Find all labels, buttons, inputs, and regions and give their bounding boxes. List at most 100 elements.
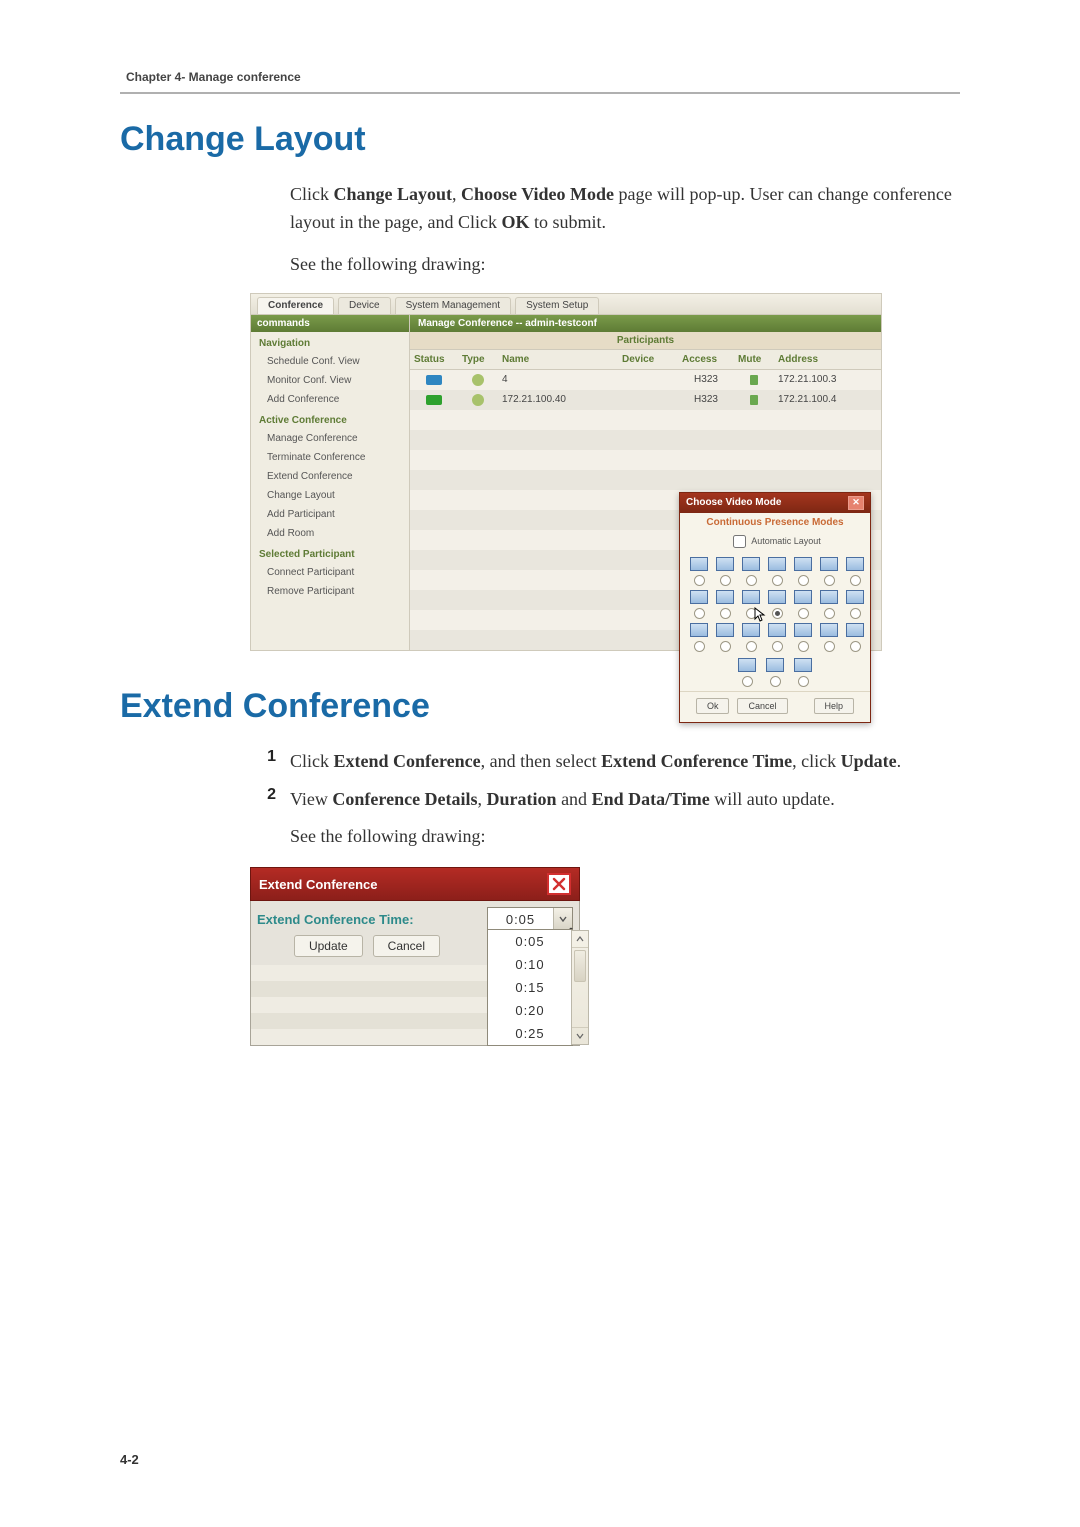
- update-button[interactable]: Update: [294, 935, 363, 957]
- see-drawing: See the following drawing:: [290, 823, 960, 851]
- tab-system-setup[interactable]: System Setup: [515, 297, 599, 314]
- layout-grid-extra: [680, 658, 870, 691]
- layout-tile-icon: [738, 658, 756, 672]
- col-access[interactable]: Access: [678, 350, 734, 370]
- sidebar-section-selected-participant: Selected Participant: [251, 543, 409, 563]
- layout-radio[interactable]: [770, 676, 781, 687]
- extend-time-dropdown[interactable]: 0:05 0:05 0:10 0:15 0:20 0:25: [487, 907, 573, 931]
- layout-tile-icon: [766, 658, 784, 672]
- sidebar-item-extend-conference[interactable]: Extend Conference: [251, 467, 409, 486]
- layout-radio[interactable]: [746, 641, 757, 652]
- ok-button[interactable]: Ok: [696, 698, 730, 714]
- head-rule: [120, 92, 960, 94]
- scroll-up-icon[interactable]: [572, 931, 588, 948]
- cell-device: [618, 369, 678, 390]
- layout-radio[interactable]: [850, 641, 861, 652]
- sidebar-section-active-conference: Active Conference: [251, 409, 409, 429]
- chevron-down-icon[interactable]: [553, 908, 572, 930]
- layout-radio[interactable]: [772, 641, 783, 652]
- cancel-button[interactable]: Cancel: [373, 935, 440, 957]
- layout-radio[interactable]: [720, 608, 731, 619]
- scroll-down-icon[interactable]: [572, 1027, 588, 1044]
- cell-name: 172.21.100.40: [498, 390, 618, 410]
- dropdown-option[interactable]: 0:15: [488, 976, 572, 999]
- sidebar-item-remove-participant[interactable]: Remove Participant: [251, 582, 409, 601]
- cursor-icon: [754, 607, 766, 623]
- type-icon: [472, 394, 484, 406]
- extend-conference-dialog: Extend Conference Extend Conference Time…: [250, 867, 580, 1046]
- manage-conference-app: Conference Device System Management Syst…: [250, 293, 882, 651]
- sidebar-item-manage-conference[interactable]: Manage Conference: [251, 429, 409, 448]
- section1-para1: Click Change Layout, Choose Video Mode p…: [290, 181, 960, 237]
- col-type[interactable]: Type: [458, 350, 498, 370]
- type-icon: [472, 374, 484, 386]
- scroll-thumb[interactable]: [574, 950, 586, 982]
- dropdown-option[interactable]: 0:10: [488, 953, 572, 976]
- automatic-layout-checkbox[interactable]: [733, 535, 746, 548]
- col-device[interactable]: Device: [618, 350, 678, 370]
- table-row[interactable]: 172.21.100.40 H323 172.21.100.4: [410, 390, 881, 410]
- layout-radio[interactable]: [694, 575, 705, 586]
- sidebar-item-add-conference[interactable]: Add Conference: [251, 390, 409, 409]
- layout-radio[interactable]: [720, 575, 731, 586]
- layout-radio[interactable]: [746, 575, 757, 586]
- list-num-1: 1: [250, 748, 276, 776]
- help-button[interactable]: Help: [814, 698, 855, 714]
- close-icon[interactable]: [547, 873, 571, 895]
- layout-radio[interactable]: [772, 608, 783, 619]
- layout-tile-icon: [742, 557, 760, 571]
- layout-tile-icon: [794, 557, 812, 571]
- dropdown-option[interactable]: 0:05: [488, 930, 572, 953]
- participants-table: Status Type Name Device Access Mute Addr…: [410, 350, 881, 410]
- tab-conference[interactable]: Conference: [257, 297, 334, 314]
- layout-tile-icon: [716, 557, 734, 571]
- layout-radio[interactable]: [742, 676, 753, 687]
- sidebar-item-terminate-conference[interactable]: Terminate Conference: [251, 448, 409, 467]
- layout-radio[interactable]: [850, 575, 861, 586]
- layout-radio[interactable]: [824, 608, 835, 619]
- layout-radio[interactable]: [772, 575, 783, 586]
- sidebar-item-add-participant[interactable]: Add Participant: [251, 505, 409, 524]
- layout-radio[interactable]: [798, 575, 809, 586]
- status-icon: [426, 395, 442, 405]
- layout-tile-icon: [716, 590, 734, 604]
- layout-tile-icon: [846, 557, 864, 571]
- sidebar-item-schedule-conf-view[interactable]: Schedule Conf. View: [251, 352, 409, 371]
- automatic-layout-label: Automatic Layout: [751, 536, 821, 546]
- col-mute[interactable]: Mute: [734, 350, 774, 370]
- sidebar-item-monitor-conf-view[interactable]: Monitor Conf. View: [251, 371, 409, 390]
- tab-device[interactable]: Device: [338, 297, 391, 314]
- layout-radio[interactable]: [720, 641, 731, 652]
- layout-tile-icon: [742, 623, 760, 637]
- tab-system-management[interactable]: System Management: [395, 297, 512, 314]
- layout-radio[interactable]: [824, 575, 835, 586]
- layout-radio[interactable]: [798, 641, 809, 652]
- choose-video-mode-modal: Choose Video Mode ✕ Continuous Presence …: [679, 492, 871, 723]
- table-row[interactable]: 4 H323 172.21.100.3: [410, 369, 881, 390]
- col-name[interactable]: Name: [498, 350, 618, 370]
- layout-radio[interactable]: [798, 608, 809, 619]
- layout-radio[interactable]: [824, 641, 835, 652]
- cell-address: 172.21.100.4: [774, 390, 881, 410]
- dropdown-option[interactable]: 0:25: [488, 1022, 572, 1045]
- layout-radio[interactable]: [850, 608, 861, 619]
- page-number: 4-2: [120, 1452, 139, 1467]
- sidebar-item-add-room[interactable]: Add Room: [251, 524, 409, 543]
- col-status[interactable]: Status: [410, 350, 458, 370]
- sidebar-commands-head: commands: [251, 315, 409, 332]
- list-item-1: Click Extend Conference, and then select…: [290, 748, 960, 776]
- dropdown-option[interactable]: 0:20: [488, 999, 572, 1022]
- layout-tile-icon: [768, 623, 786, 637]
- close-icon[interactable]: ✕: [848, 496, 864, 510]
- layout-tile-icon: [820, 623, 838, 637]
- sidebar-item-change-layout[interactable]: Change Layout: [251, 486, 409, 505]
- status-icon: [426, 375, 442, 385]
- layout-radio[interactable]: [694, 641, 705, 652]
- layout-radio[interactable]: [694, 608, 705, 619]
- cancel-button[interactable]: Cancel: [737, 698, 787, 714]
- section-change-layout-title: Change Layout: [120, 120, 960, 159]
- col-address[interactable]: Address: [774, 350, 881, 370]
- dropdown-scrollbar[interactable]: [571, 930, 589, 1045]
- layout-radio[interactable]: [798, 676, 809, 687]
- sidebar-item-connect-participant[interactable]: Connect Participant: [251, 563, 409, 582]
